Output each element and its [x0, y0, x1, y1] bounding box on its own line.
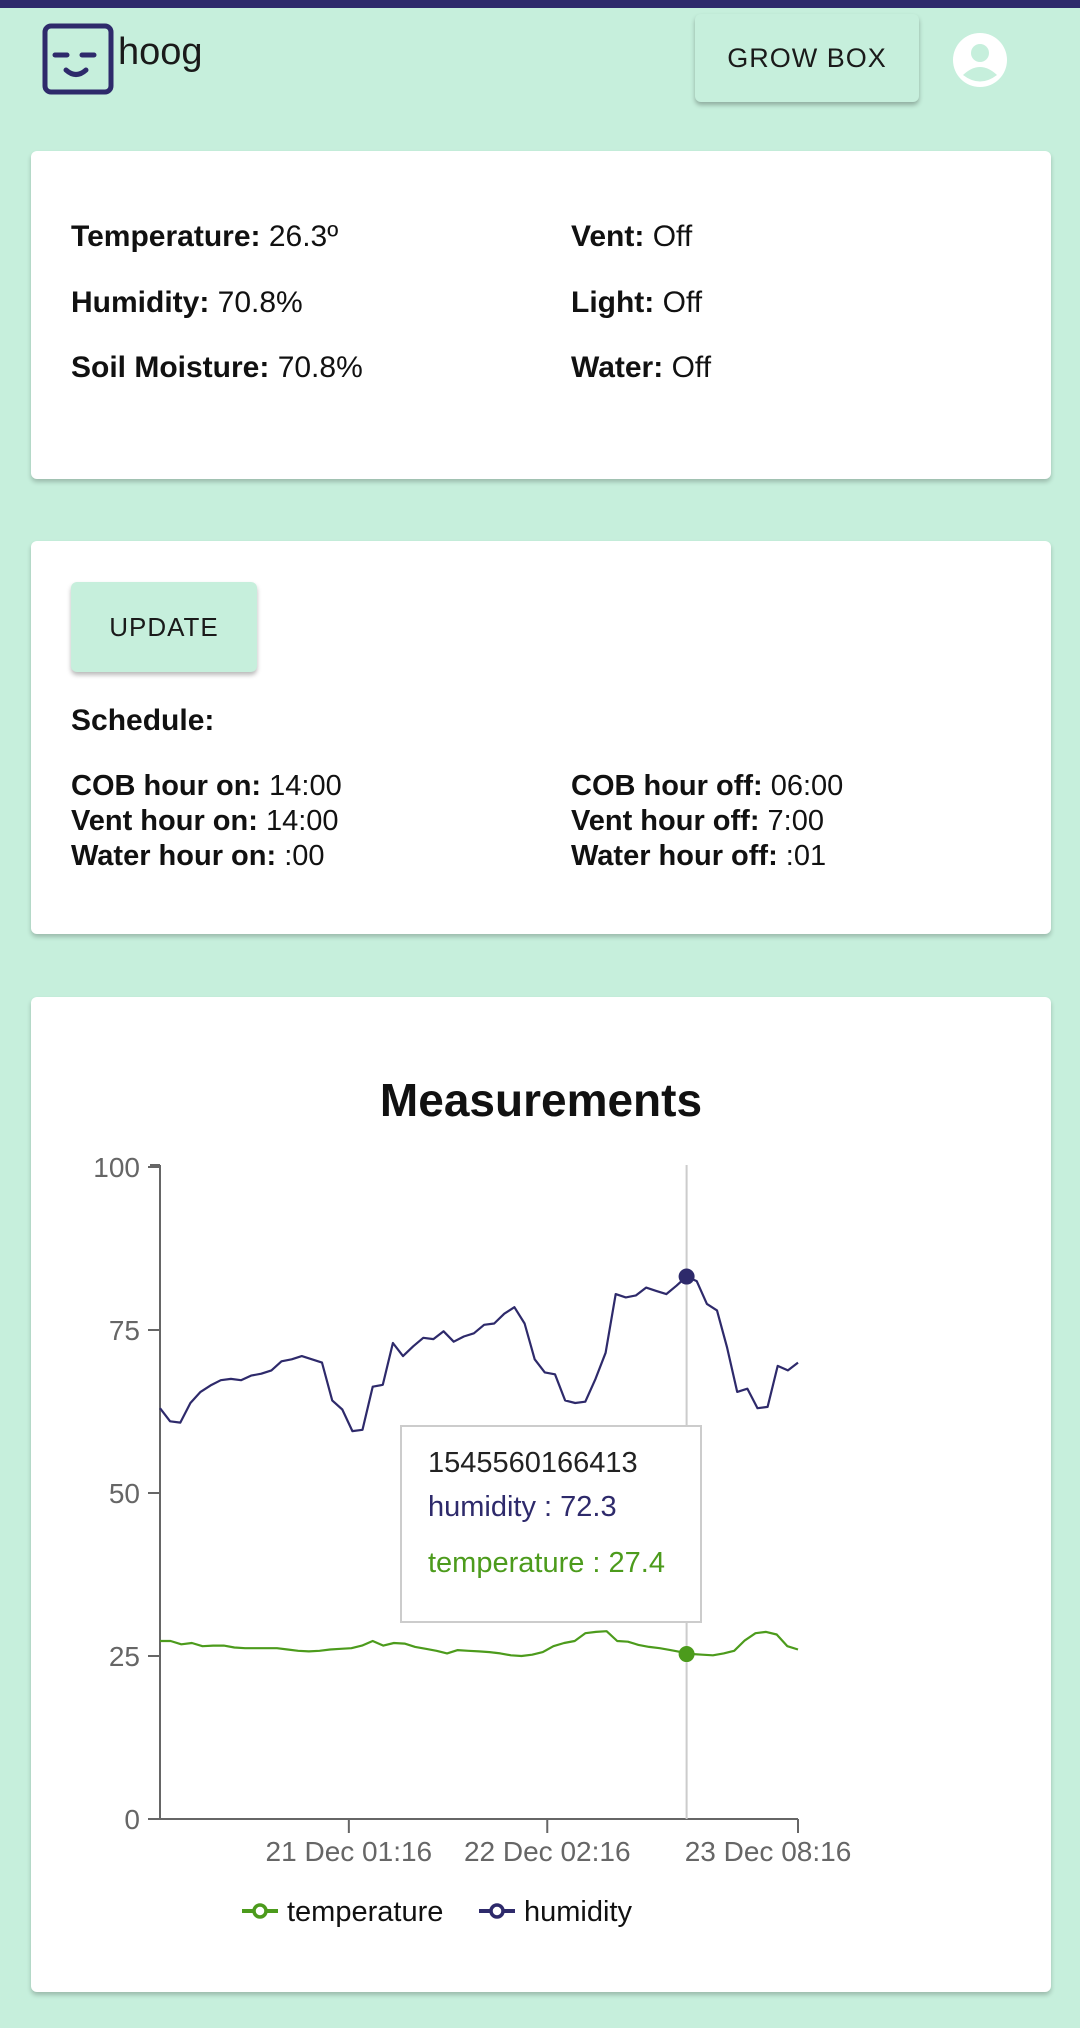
vent-label: Vent: — [571, 220, 645, 253]
vent-hour-off: Vent hour off: 7:00 — [571, 807, 824, 836]
water-status: Water: Off — [571, 353, 711, 383]
grow-box-button[interactable]: GROW BOX — [695, 14, 919, 102]
legend-label-temperature: temperature — [287, 1896, 443, 1928]
status-card: Temperature: 26.3º Humidity: 70.8% Soil … — [31, 151, 1051, 479]
tooltip-timestamp: 1545560166413 — [428, 1447, 638, 1479]
water-hour-off-label: Water hour off: — [571, 840, 778, 872]
update-button[interactable]: UPDATE — [71, 582, 257, 672]
app-logo-icon[interactable] — [42, 23, 114, 95]
soil-moisture-value: 70.8% — [277, 351, 363, 384]
water-hour-on: Water hour on: :00 — [71, 842, 325, 871]
soil-moisture-label: Soil Moisture: — [71, 351, 270, 384]
vent-hour-on: Vent hour on: 14:00 — [71, 807, 339, 836]
hover-dot-humidity — [678, 1268, 695, 1285]
vent-hour-off-label: Vent hour off: — [571, 805, 760, 837]
vent-hour-off-value: 7:00 — [767, 805, 824, 837]
humidity-label: Humidity: — [71, 286, 210, 319]
light-value: Off — [662, 286, 703, 319]
app-header: hoog GROW BOX — [0, 8, 1080, 120]
water-value: Off — [671, 351, 712, 384]
y-tick-label: 50 — [109, 1478, 140, 1509]
top-accent-bar — [0, 0, 1080, 8]
series-line-temperature — [160, 1630, 799, 1658]
y-tick-label: 100 — [93, 1152, 140, 1183]
cob-hour-on: COB hour on: 14:00 — [71, 772, 342, 801]
hover-dot-temperature — [678, 1646, 695, 1663]
account-icon[interactable] — [952, 32, 1008, 88]
water-hour-off: Water hour off: :01 — [571, 842, 826, 871]
cob-hour-off-value: 06:00 — [770, 770, 844, 802]
schedule-title: Schedule: — [71, 704, 215, 737]
vent-value: Off — [652, 220, 693, 253]
y-tick-label: 0 — [124, 1804, 140, 1835]
humidity-value: 70.8% — [217, 286, 303, 319]
temperature-value: 26.3º — [268, 220, 339, 253]
water-hour-off-value: :01 — [785, 840, 827, 872]
x-tick-label: 23 Dec 08:16 — [685, 1836, 852, 1867]
y-tick-label: 75 — [109, 1315, 140, 1346]
light-status: Light: Off — [571, 288, 702, 318]
temperature-status: Temperature: 26.3º — [71, 222, 338, 252]
vent-status: Vent: Off — [571, 222, 692, 252]
water-hour-on-value: :00 — [284, 840, 325, 872]
cob-hour-on-label: COB hour on: — [71, 770, 262, 802]
x-tick-label: 22 Dec 02:16 — [464, 1836, 631, 1867]
vent-hour-on-value: 14:00 — [265, 805, 339, 837]
y-tick-label: 25 — [109, 1641, 140, 1672]
app-name[interactable]: hoog — [118, 30, 203, 76]
legend-marker-temperature — [252, 1903, 268, 1919]
legend-label-humidity: humidity — [524, 1896, 632, 1928]
legend-marker-humidity — [489, 1903, 505, 1919]
soil-moisture-status: Soil Moisture: 70.8% — [71, 353, 363, 383]
cob-hour-off-label: COB hour off: — [571, 770, 763, 802]
cob-hour-on-value: 14:00 — [269, 770, 342, 802]
measurements-card: Measurements 0 25 50 75 100 21 Dec 01:16 22 De… — [31, 997, 1051, 1992]
humidity-status: Humidity: 70.8% — [71, 288, 303, 318]
temperature-label: Temperature: — [71, 220, 261, 253]
cob-hour-off: COB hour off: 06:00 — [571, 772, 843, 801]
tooltip-humidity: humidity : 72.3 — [428, 1491, 617, 1523]
series-line-humidity — [159, 1275, 799, 1433]
tooltip-temperature: temperature : 27.4 — [428, 1547, 665, 1579]
light-label: Light: — [571, 286, 655, 319]
x-tick-label: 21 Dec 01:16 — [266, 1836, 433, 1867]
vent-hour-on-label: Vent hour on: — [71, 805, 258, 837]
water-label: Water: — [571, 351, 664, 384]
chart-tooltip: 1545560166413 humidity : 72.3 temperatur… — [400, 1425, 702, 1623]
water-hour-on-label: Water hour on: — [71, 840, 277, 872]
schedule-card: UPDATE Schedule: COB hour on: 14:00 Vent… — [31, 541, 1051, 934]
